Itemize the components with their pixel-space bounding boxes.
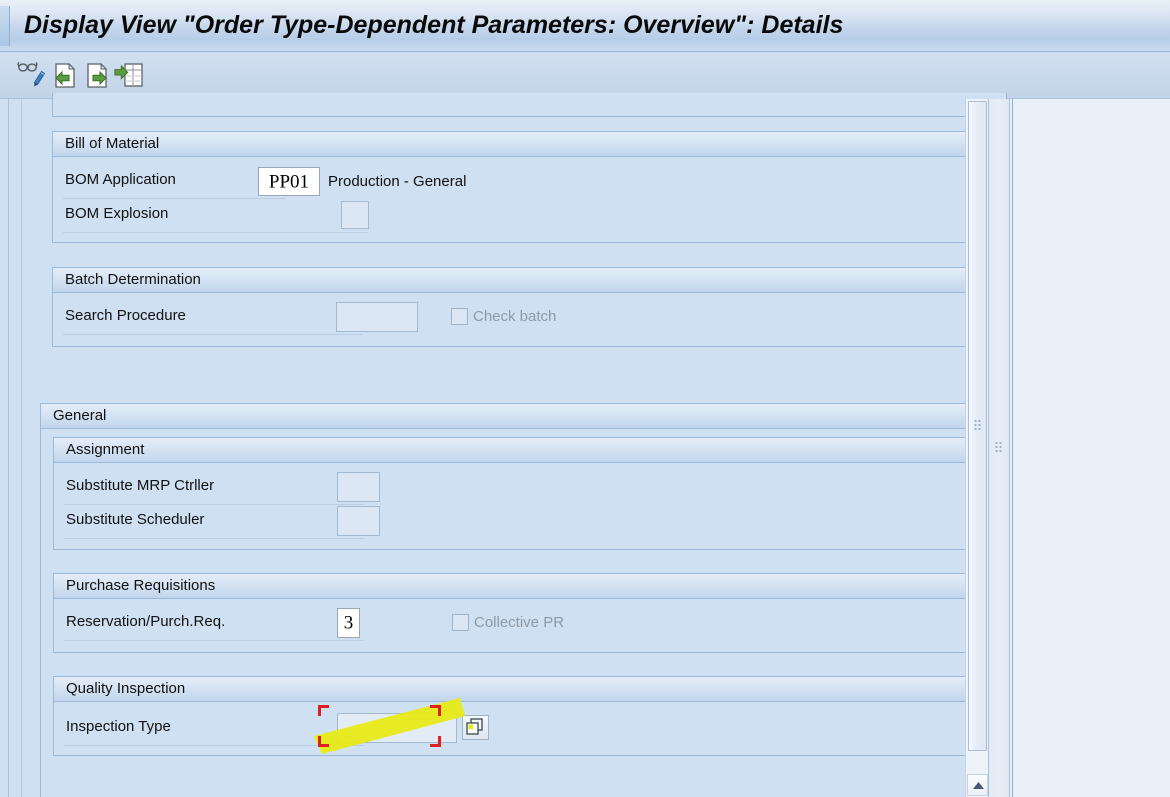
label-search-procedure: Search Procedure [65,307,186,324]
group-batch-determination: Batch Determination Search Procedure Che… [52,267,1007,347]
group-assignment: Assignment Substitute MRP Ctrller Substi… [53,437,996,550]
group-header-batch-determination: Batch Determination [53,267,1006,293]
partial-group-above [52,93,1007,117]
group-header-general: General [41,403,1006,429]
multiple-selection-icon [466,718,483,735]
label-bom-explosion: BOM Explosion [65,205,169,222]
suffix-bom-application: Production - General [328,173,467,190]
input-search-procedure[interactable] [336,302,418,332]
checkbox-collective-pr[interactable]: Collective PR [452,614,564,631]
input-reservation-purch-req[interactable]: 3 [337,608,360,638]
page-title: Display View "Order Type-Dependent Param… [24,11,844,39]
vertical-scrollbar[interactable] [965,99,988,797]
field-row-substitute-mrp-ctrller: Substitute MRP Ctrller [54,471,995,505]
value-reservation-purch-req: 3 [343,612,354,634]
value-help-inspection-type-button[interactable] [462,715,489,740]
group-title-general: General [53,407,107,424]
group-title-bill-of-material: Bill of Material [65,135,160,152]
grip-dots-icon [974,420,981,432]
selection-marker-inspection-type [318,705,441,747]
group-title-quality-inspection: Quality Inspection [66,680,186,697]
group-title-batch-determination: Batch Determination [65,271,201,288]
selection-corner-top-right [430,705,441,716]
input-substitute-scheduler[interactable] [337,506,380,536]
group-purchase-requisitions: Purchase Requisitions Reservation/Purch.… [53,573,996,653]
group-header-quality-inspection: Quality Inspection [54,676,995,702]
underline-reservation-purch-req [64,640,364,641]
application-toolbar [0,52,1170,99]
label-substitute-mrp-ctrller: Substitute MRP Ctrller [66,477,215,494]
checkbox-box-collective-pr[interactable] [452,614,469,631]
group-bill-of-material: Bill of Material BOM Application PP01 Pr… [52,131,1007,243]
group-header-purchase-requisitions: Purchase Requisitions [54,573,995,599]
scroll-up-button[interactable] [967,774,988,796]
arrow-up-icon [973,782,984,789]
field-row-reservation-purch-req: Reservation/Purch.Req. 3 Collective PR [54,607,995,641]
underline-search-procedure [63,334,363,335]
group-header-bill-of-material: Bill of Material [53,131,1006,157]
checkbox-label-check-batch: Check batch [473,308,557,325]
field-row-inspection-type: Inspection Type [54,712,995,746]
group-general: General Assignment Substitute MRP Ctrlle… [40,403,1007,797]
underline-bom-explosion [63,232,368,233]
field-row-bom-application: BOM Application PP01 Production - Genera… [53,165,1006,199]
display-change-icon[interactable] [14,59,48,92]
input-substitute-mrp-ctrller[interactable] [337,472,380,502]
overview-icon[interactable] [114,59,148,92]
field-row-search-procedure: Search Procedure Check batch [53,301,1006,335]
checkbox-box-check-batch[interactable] [451,308,468,325]
field-row-bom-explosion: BOM Explosion [53,199,1006,233]
sap-gui-window: Display View "Order Type-Dependent Param… [0,0,1170,797]
field-row-substitute-scheduler: Substitute Scheduler [54,505,995,539]
group-quality-inspection: Quality Inspection Inspection Type [53,676,996,756]
form-scroll-area: Bill of Material BOM Application PP01 Pr… [0,93,1010,797]
underline-substitute-scheduler [64,538,364,539]
grip-dots-icon [995,442,1003,454]
checkbox-label-collective-pr: Collective PR [474,614,565,631]
value-bom-application: PP01 [268,171,310,192]
input-bom-explosion[interactable] [341,201,369,229]
title-accent-bar [0,6,10,46]
group-title-purchase-requisitions: Purchase Requisitions [66,577,216,594]
label-inspection-type: Inspection Type [66,718,171,735]
window-title-bar: Display View "Order Type-Dependent Param… [0,0,1170,52]
next-entry-icon[interactable] [82,59,116,92]
previous-entry-icon[interactable] [48,59,82,92]
label-reservation-purch-req: Reservation/Purch.Req. [66,613,226,630]
right-side-panel [1012,99,1170,797]
selection-corner-bottom-left [318,736,329,747]
form-outer-frame: Bill of Material BOM Application PP01 Pr… [8,93,1007,797]
selection-corner-top-left [318,705,329,716]
group-title-assignment: Assignment [66,441,145,458]
input-bom-application[interactable]: PP01 [258,167,320,196]
form-inner-frame: Bill of Material BOM Application PP01 Pr… [21,93,1007,797]
checkbox-check-batch[interactable]: Check batch [451,308,556,325]
label-substitute-scheduler: Substitute Scheduler [66,511,205,528]
scrollbar-thumb[interactable] [968,101,987,751]
group-header-assignment: Assignment [54,437,995,463]
selection-corner-bottom-right [430,736,441,747]
label-bom-application: BOM Application [65,171,176,188]
panel-splitter[interactable] [988,99,1010,797]
